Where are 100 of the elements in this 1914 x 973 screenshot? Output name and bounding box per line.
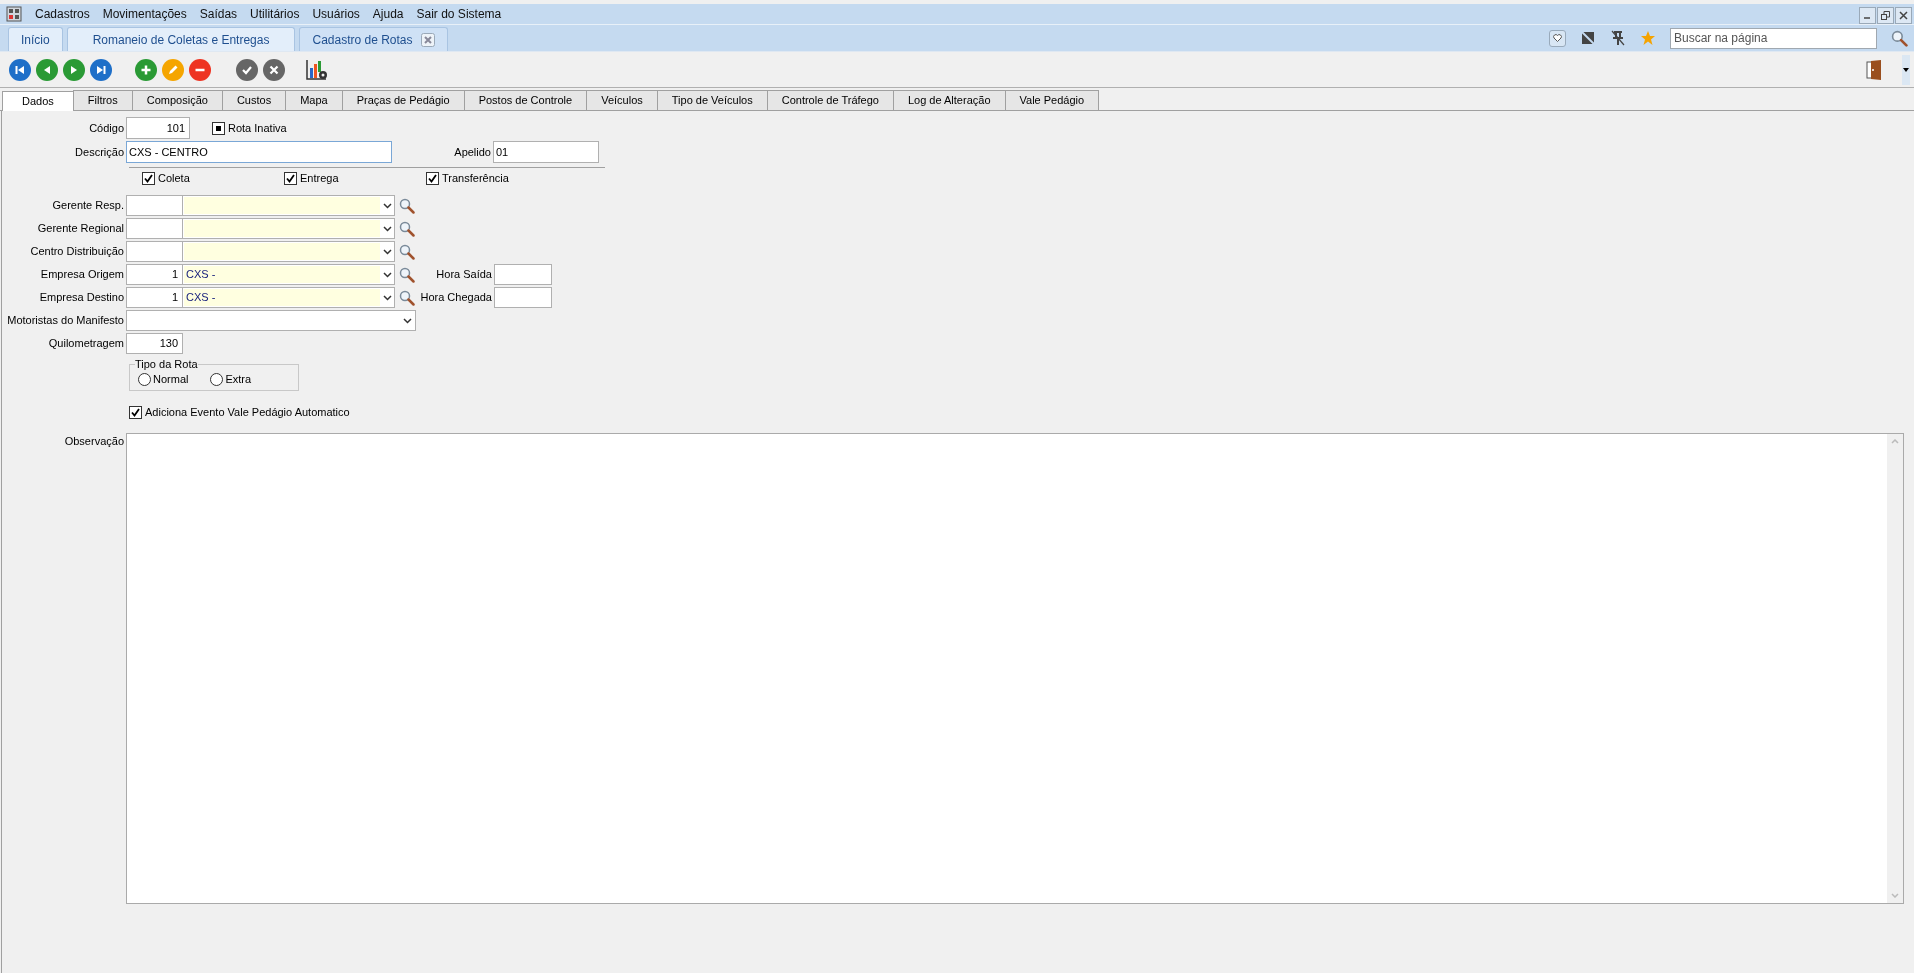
- restore-icon: [1881, 11, 1890, 20]
- confirm-button[interactable]: [236, 58, 258, 81]
- search-icon[interactable]: [399, 197, 415, 214]
- heart-icon: [1553, 34, 1562, 42]
- tab[interactable]: Mapa: [285, 90, 343, 110]
- caret-icon: [1903, 67, 1909, 72]
- search-icon[interactable]: [399, 266, 415, 283]
- menu-item[interactable]: Movimentações: [102, 5, 187, 23]
- document-tab[interactable]: Cadastro de Rotas: [299, 27, 448, 51]
- chevron-down-icon: [382, 271, 392, 278]
- field-label: Centro Distribuição: [30, 244, 124, 260]
- checkbox-label: Rota Inativa: [228, 120, 287, 136]
- code-field[interactable]: [126, 195, 183, 216]
- tab[interactable]: Composição: [131, 90, 223, 110]
- document-tab[interactable]: Início: [8, 27, 63, 51]
- tab[interactable]: Praças de Pedágio: [341, 90, 465, 110]
- close-icon[interactable]: [420, 32, 435, 47]
- tab[interactable]: Tipo de Veículos: [656, 90, 768, 110]
- checkmark-icon: [144, 174, 153, 183]
- minimize-button[interactable]: [1859, 7, 1876, 24]
- close-icon: [1899, 11, 1908, 20]
- chevron-down-icon: [403, 317, 412, 324]
- time-field[interactable]: [494, 287, 552, 308]
- bar-chart-gear-icon: [306, 58, 330, 81]
- radio-button[interactable]: [138, 372, 151, 386]
- radio-button[interactable]: [210, 372, 224, 386]
- tab[interactable]: Custos: [221, 90, 287, 110]
- favorites-button[interactable]: [1549, 29, 1566, 47]
- restore-button[interactable]: [1877, 7, 1894, 24]
- field-label: Código: [89, 120, 124, 136]
- checkbox[interactable]: [142, 172, 155, 185]
- tab[interactable]: Controle de Tráfego: [766, 90, 894, 110]
- crossed-square-icon[interactable]: [1580, 30, 1596, 46]
- tab[interactable]: Veículos: [586, 90, 658, 110]
- radio-label: Normal: [153, 371, 189, 387]
- search-icon[interactable]: [399, 243, 415, 260]
- add-button[interactable]: [135, 58, 157, 81]
- tab[interactable]: Postos de Controle: [463, 90, 588, 110]
- lookup-dropdown[interactable]: CXS -: [183, 287, 395, 308]
- search-icon[interactable]: [399, 220, 415, 237]
- code-field[interactable]: [126, 241, 183, 262]
- star-icon[interactable]: [1640, 30, 1656, 46]
- field-label: Hora Saída: [436, 267, 492, 283]
- menu-item[interactable]: Sair do Sistema: [416, 5, 502, 23]
- field-label: Apelido: [454, 144, 491, 160]
- lookup-dropdown[interactable]: CXS -: [183, 264, 395, 285]
- checkbox[interactable]: [426, 172, 439, 185]
- field-label: Hora Chegada: [420, 290, 492, 306]
- checkbox[interactable]: [129, 405, 142, 419]
- field-label: Descrição: [75, 144, 124, 160]
- last-record-button[interactable]: [90, 58, 112, 81]
- search-icon[interactable]: [1891, 29, 1908, 47]
- previous-record-button[interactable]: [36, 58, 58, 81]
- chevron-down-icon: [382, 248, 392, 255]
- cancel-button[interactable]: [263, 58, 285, 81]
- menu-item[interactable]: Utilitários: [250, 5, 300, 23]
- menu-item[interactable]: Ajuda: [372, 5, 404, 23]
- checkbox-label: Coleta: [158, 171, 190, 187]
- mileage-field[interactable]: 130: [126, 333, 183, 354]
- first-record-button[interactable]: [9, 58, 31, 81]
- nickname-field[interactable]: 01: [493, 141, 599, 163]
- tab[interactable]: Log de Alteração: [892, 90, 1006, 110]
- search-field[interactable]: Buscar na página: [1670, 27, 1877, 49]
- pencil-icon: [167, 63, 179, 76]
- crossed-pin-icon[interactable]: [1610, 30, 1626, 46]
- menu-item[interactable]: Saídas: [199, 5, 238, 23]
- plus-icon: [140, 63, 152, 76]
- tab[interactable]: Vale Pedágio: [1004, 90, 1100, 110]
- checkbox[interactable]: [284, 172, 297, 185]
- field-label: Gerente Resp.: [52, 198, 124, 214]
- app-icon: [6, 6, 22, 22]
- code-field[interactable]: 1: [126, 264, 183, 285]
- document-tab[interactable]: Romaneio de Coletas e Entregas: [66, 27, 296, 51]
- checkmark-icon: [286, 174, 295, 183]
- menu-item[interactable]: Usuários: [312, 5, 360, 23]
- delete-button[interactable]: [189, 58, 211, 81]
- code-field[interactable]: 1: [126, 287, 183, 308]
- door-icon: [1866, 58, 1882, 81]
- close-button[interactable]: [1895, 7, 1912, 24]
- field-label: Observação: [64, 434, 124, 449]
- checkbox[interactable]: [212, 121, 225, 135]
- time-field[interactable]: [494, 264, 552, 285]
- next-record-button[interactable]: [63, 58, 85, 81]
- code-field[interactable]: [126, 218, 183, 239]
- checkbox-label: Entrega: [300, 171, 339, 187]
- checkmark-icon: [131, 407, 140, 417]
- tab[interactable]: Filtros: [72, 90, 133, 110]
- search-icon[interactable]: [399, 289, 415, 306]
- description-field[interactable]: CXS - CENTRO: [126, 141, 392, 163]
- dropdown-button[interactable]: [1902, 54, 1910, 85]
- checkmark-icon: [428, 174, 437, 183]
- chevron-down-icon: [382, 294, 392, 301]
- skip-forward-icon: [95, 63, 107, 76]
- radio-label: Extra: [225, 371, 252, 387]
- menu-item[interactable]: Cadastros: [35, 5, 90, 23]
- tab[interactable]: Dados: [2, 91, 74, 111]
- code-field[interactable]: 101: [126, 117, 190, 139]
- group-title: Tipo da Rota: [135, 358, 198, 370]
- chevron-down-icon: [382, 202, 392, 209]
- x-icon: [268, 63, 280, 76]
